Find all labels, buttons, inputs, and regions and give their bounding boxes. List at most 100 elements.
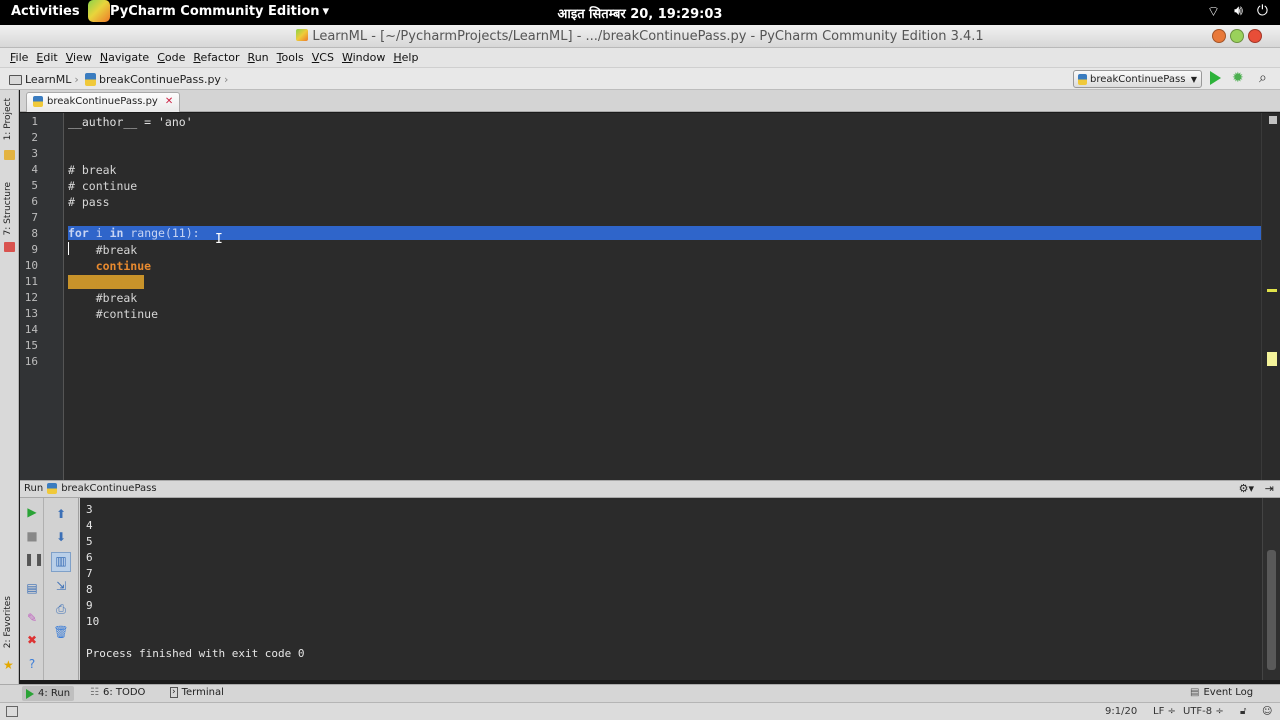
navigation-bar: LearnML › breakContinuePass.py › breakCo…: [0, 67, 1280, 90]
error-stripe[interactable]: [1261, 113, 1280, 480]
maximize-button[interactable]: [1230, 29, 1244, 43]
tool-tab-event-log[interactable]: ▤ Event Log: [1190, 687, 1253, 698]
inspection-status-icon[interactable]: [1269, 116, 1277, 124]
todo-icon: ☷: [90, 687, 99, 698]
menu-edit[interactable]: Edit: [32, 48, 61, 67]
breadcrumb-project[interactable]: LearnML ›: [9, 73, 79, 86]
toggle-tool-windows-icon[interactable]: [6, 706, 18, 717]
code-line[interactable]: # continue: [68, 179, 137, 193]
console-line: 9: [86, 599, 93, 612]
code-line[interactable]: #continue: [68, 307, 158, 321]
stop-icon[interactable]: ■: [24, 528, 40, 544]
minimize-button[interactable]: [1212, 29, 1226, 43]
line-number: 7: [31, 211, 38, 224]
scroll-to-end-icon[interactable]: ⇲: [53, 578, 69, 594]
tool-tab-todo[interactable]: ☷ 6: TODO: [90, 687, 145, 698]
menu-tools[interactable]: Tools: [273, 48, 308, 67]
code-line[interactable]: continue: [68, 259, 151, 273]
tool-tab-favorites[interactable]: 2: Favorites: [3, 596, 13, 648]
run-configuration-select[interactable]: breakContinuePass ▼: [1073, 70, 1202, 88]
selected-code-line[interactable]: for i in range(11):: [68, 226, 1261, 240]
code-line[interactable]: #break: [68, 243, 138, 257]
file-encoding[interactable]: UTF-8 ÷: [1183, 706, 1224, 717]
tool-tab-project[interactable]: 1: Project: [3, 98, 13, 140]
code-line[interactable]: # pass: [68, 195, 110, 209]
line-number: 2: [31, 131, 38, 144]
left-tool-strip: 1: Project 7: Structure 2: Favorites ★: [0, 90, 19, 684]
run-tab-label[interactable]: breakContinuePass: [61, 483, 156, 494]
arrow-up-icon[interactable]: ⬆: [53, 506, 69, 522]
breadcrumb-file[interactable]: breakContinuePass.py ›: [85, 73, 228, 86]
volume-icon[interactable]: 🔊︎: [1234, 3, 1243, 21]
dump-threads-icon[interactable]: ▤: [24, 580, 40, 596]
console-output[interactable]: 3 4 5 6 7 8 9 10 Process finished with e…: [80, 498, 1280, 680]
gear-icon[interactable]: ⚙▾: [1239, 482, 1254, 495]
menu-refactor[interactable]: Refactor: [189, 48, 243, 67]
window-title: LearnML - [~/PycharmProjects/LearnML] - …: [312, 29, 984, 44]
warning-marker[interactable]: [1267, 289, 1277, 292]
help-icon[interactable]: ?: [24, 656, 40, 672]
menu-vcs[interactable]: VCS: [308, 48, 338, 67]
run-toolbar: ▶ ■ ❚❚ ▤ ✎ ✖ ?: [20, 498, 44, 680]
folder-icon: [9, 74, 22, 85]
console-line: 3: [86, 503, 93, 516]
tool-window-bar: 4: Run ☷ 6: TODO › Terminal ▤ Event Log: [0, 684, 1280, 702]
warning-marker[interactable]: [1267, 352, 1277, 366]
menu-navigate[interactable]: Navigate: [96, 48, 153, 67]
pause-icon[interactable]: ❚❚: [24, 551, 44, 567]
star-icon: ★: [3, 658, 14, 672]
rerun-icon[interactable]: ▶: [24, 504, 40, 520]
menu-file[interactable]: File: [6, 48, 32, 67]
menu-window[interactable]: Window: [338, 48, 389, 67]
tool-tab-terminal[interactable]: › Terminal: [170, 687, 224, 698]
tool-tab-run[interactable]: 4: Run: [22, 686, 75, 701]
close-icon[interactable]: ✕: [165, 96, 173, 107]
code-line[interactable]: # break: [68, 163, 116, 177]
line-number: 15: [24, 339, 38, 352]
menu-view[interactable]: View: [62, 48, 96, 67]
scrollbar-thumb[interactable]: [1267, 550, 1276, 670]
caret-position[interactable]: 9:1/20: [1105, 706, 1137, 717]
python-file-icon: [1078, 73, 1087, 85]
tool-tab-structure[interactable]: 7: Structure: [3, 182, 13, 236]
line-separator[interactable]: LF ÷: [1153, 706, 1176, 717]
line-number: 11: [24, 275, 38, 288]
arrow-down-icon[interactable]: ⬇: [53, 529, 69, 545]
close-icon[interactable]: ✖: [24, 632, 40, 648]
line-number: 5: [31, 179, 38, 192]
menu-code[interactable]: Code: [153, 48, 189, 67]
menu-bar: File Edit View Navigate Code Refactor Ru…: [0, 48, 1280, 67]
project-icon: [4, 150, 15, 160]
run-icon[interactable]: [1210, 71, 1221, 85]
menu-run[interactable]: Run: [244, 48, 273, 67]
print-icon[interactable]: ⎙: [53, 601, 69, 617]
code-line[interactable]: #break: [68, 291, 138, 305]
hide-panel-icon[interactable]: ⇥: [1265, 482, 1274, 495]
menu-help[interactable]: Help: [389, 48, 422, 67]
console-line: 4: [86, 519, 93, 532]
wifi-icon[interactable]: ⌔: [1207, 3, 1220, 21]
power-icon[interactable]: ⏻: [1257, 3, 1268, 21]
editor-tab-breakcontinuepass[interactable]: breakContinuePass.py ✕: [26, 92, 181, 112]
clock[interactable]: आइत सितम्बर 20, 19:29:03: [0, 4, 1280, 22]
line-number: 16: [24, 355, 38, 368]
line-number: 6: [31, 195, 38, 208]
close-button[interactable]: [1248, 29, 1262, 43]
python-file-icon: [47, 483, 58, 494]
system-tray[interactable]: ⌔ 🔊︎ ⏻: [1207, 3, 1268, 21]
line-number-gutter: 1 2 3 4 5 6 7 8 9 10 11 12 13 14 15 16: [20, 113, 64, 480]
status-bar: 9:1/20 LF ÷ UTF-8 ÷ 🔓︎ ☺: [0, 702, 1280, 720]
clear-all-icon[interactable]: 🗑︎: [53, 624, 69, 640]
debug-icon[interactable]: ✹: [1232, 70, 1244, 86]
search-icon[interactable]: ⌕: [1259, 70, 1267, 86]
console-scrollbar[interactable]: [1262, 498, 1280, 680]
code-editor[interactable]: 1 2 3 4 5 6 7 8 9 10 11 12 13 14 15 16 _…: [20, 113, 1280, 480]
read-only-toggle-icon[interactable]: 🔓︎: [1240, 706, 1246, 717]
code-line[interactable]: __author__ = 'ano': [68, 115, 193, 129]
code-line[interactable]: print i: [68, 275, 145, 289]
terminal-icon: ›: [170, 687, 178, 698]
soft-wrap-icon[interactable]: ▥: [51, 552, 71, 572]
pin-tab-icon[interactable]: ✎: [24, 610, 40, 626]
text-cursor-icon: I: [215, 232, 223, 247]
inspector-icon[interactable]: ☺: [1262, 706, 1272, 717]
